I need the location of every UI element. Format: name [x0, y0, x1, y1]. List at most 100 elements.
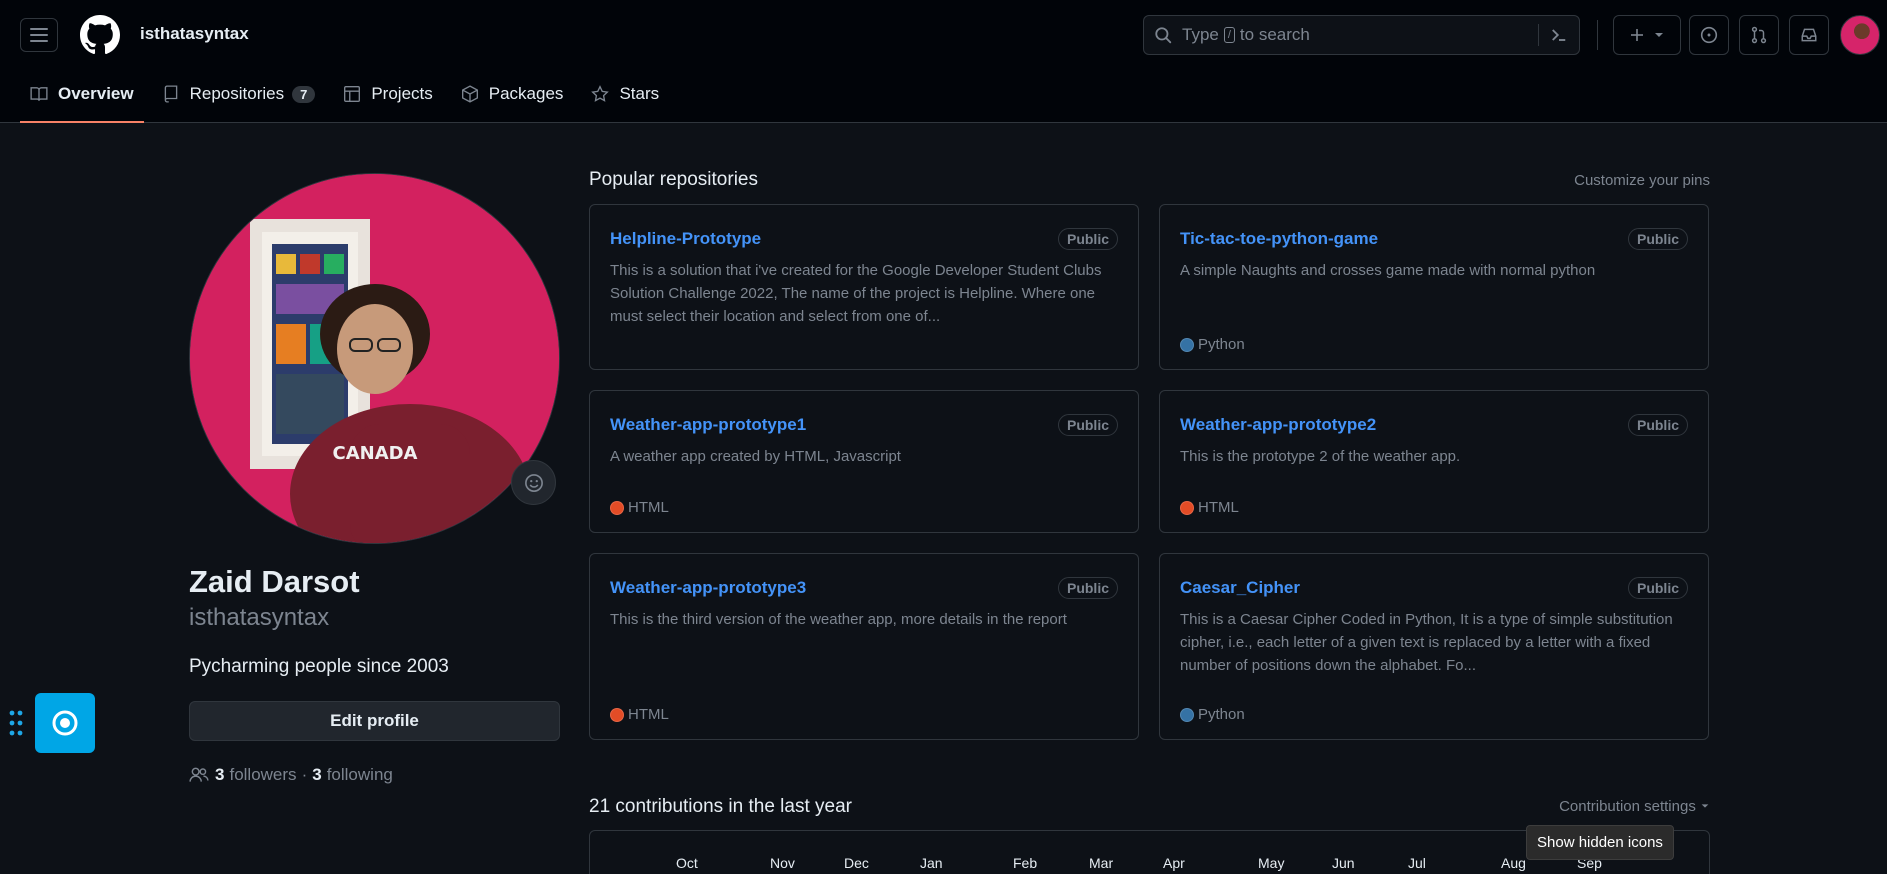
- repo-name-link[interactable]: Caesar_Cipher: [1180, 578, 1300, 597]
- set-status-button[interactable]: [511, 460, 556, 505]
- tab-repositories-label: Repositories: [189, 84, 285, 103]
- profile-bio: Pycharming people since 2003: [189, 656, 449, 677]
- tab-repositories[interactable]: Repositories 7: [152, 76, 326, 112]
- repo-language: HTML: [1180, 499, 1239, 516]
- tab-stars-label: Stars: [619, 84, 660, 103]
- following-link[interactable]: following: [327, 765, 393, 785]
- repo-name-link[interactable]: Helpline-Prototype: [610, 229, 761, 248]
- search-input[interactable]: Type / to search: [1143, 15, 1580, 55]
- month-label: May: [1258, 855, 1285, 871]
- repo-description: A simple Naughts and crosses game made w…: [1180, 262, 1596, 279]
- user-avatar-menu[interactable]: [1840, 15, 1880, 55]
- customize-pins-link[interactable]: Customize your pins: [1574, 172, 1710, 189]
- floating-record-button[interactable]: [35, 693, 95, 753]
- language-color-dot: [610, 707, 624, 722]
- profile-avatar[interactable]: CANADA: [189, 173, 560, 544]
- people-icon: [189, 767, 209, 782]
- github-logo-icon[interactable]: [80, 15, 120, 55]
- followers-link[interactable]: followers: [229, 765, 296, 785]
- repo-card: Weather-app-prototype3 Public This is th…: [589, 553, 1139, 740]
- create-new-button[interactable]: [1613, 15, 1681, 55]
- month-label: Oct: [676, 855, 698, 871]
- search-divider: [1538, 24, 1539, 46]
- chevron-down-icon: [1655, 33, 1663, 37]
- repo-language: Python: [1180, 706, 1245, 723]
- tab-overview-label: Overview: [58, 84, 134, 103]
- contribution-settings-label: Contribution settings: [1559, 798, 1696, 815]
- visibility-badge: Public: [1057, 414, 1118, 436]
- profile-login: isthatasyntax: [189, 604, 330, 631]
- repo-card: Weather-app-prototype2 Public This is th…: [1159, 390, 1709, 533]
- repo-name-link[interactable]: Tic-tac-toe-python-game: [1180, 229, 1378, 248]
- repo-card: Weather-app-prototype1 Public A weather …: [589, 390, 1139, 533]
- star-icon: [591, 85, 610, 102]
- inbox-icon: [1801, 28, 1817, 42]
- issue-opened-icon: [1700, 26, 1718, 44]
- month-label: Aug: [1501, 855, 1526, 871]
- repositories-count-badge: 7: [292, 85, 316, 103]
- header-username[interactable]: isthatasyntax: [140, 24, 249, 44]
- visibility-badge: Public: [1057, 577, 1118, 599]
- visibility-badge: Public: [1627, 577, 1688, 599]
- tab-stars[interactable]: Stars: [581, 76, 669, 112]
- drag-handle-icon[interactable]: [8, 709, 24, 737]
- pull-requests-button[interactable]: [1739, 15, 1779, 55]
- following-count[interactable]: 3: [312, 765, 321, 785]
- language-label: HTML: [628, 706, 669, 723]
- repo-language: HTML: [610, 706, 669, 723]
- visibility-badge: Public: [1627, 228, 1688, 250]
- repo-description: This is a Caesar Cipher Coded in Python,…: [1180, 611, 1673, 674]
- tab-projects-label: Projects: [371, 84, 433, 103]
- follow-stats: 3 followers · 3 following: [189, 765, 393, 785]
- language-color-dot: [1180, 707, 1194, 722]
- month-label: Jan: [920, 855, 943, 871]
- search-icon: [1155, 27, 1172, 44]
- package-icon: [461, 85, 478, 103]
- command-palette-icon[interactable]: [1549, 25, 1569, 45]
- language-label: HTML: [1198, 499, 1239, 516]
- repo-language: Python: [1180, 336, 1245, 353]
- table-icon: [344, 86, 361, 102]
- language-label: HTML: [628, 499, 669, 516]
- contribution-settings-dropdown[interactable]: Contribution settings: [1559, 798, 1710, 815]
- repo-name-link[interactable]: Weather-app-prototype2: [1180, 415, 1376, 434]
- month-label: Apr: [1163, 855, 1185, 871]
- profile-photo: CANADA: [190, 174, 559, 543]
- month-label: Dec: [844, 855, 869, 871]
- repo-name-link[interactable]: Weather-app-prototype1: [610, 415, 806, 434]
- repo-name-link[interactable]: Weather-app-prototype3: [610, 578, 806, 597]
- edit-profile-button[interactable]: Edit profile: [189, 701, 560, 741]
- hamburger-icon: [30, 28, 48, 42]
- inbox-button[interactable]: [1789, 15, 1829, 55]
- plus-icon: [1631, 29, 1643, 41]
- menu-button[interactable]: [20, 18, 58, 52]
- repo-card: Helpline-Prototype Public This is a solu…: [589, 204, 1139, 370]
- month-label: Jul: [1408, 855, 1426, 871]
- tab-projects[interactable]: Projects: [333, 76, 442, 112]
- follow-separator: ·: [301, 765, 308, 784]
- issues-button[interactable]: [1689, 15, 1729, 55]
- tab-overview[interactable]: Overview: [20, 76, 144, 123]
- repo-card: Tic-tac-toe-python-game Public A simple …: [1159, 204, 1709, 370]
- header-divider: [1597, 20, 1598, 50]
- repo-description: This is the third version of the weather…: [610, 611, 1067, 628]
- popular-repositories-title: Popular repositories: [589, 169, 758, 190]
- git-pull-request-icon: [1751, 26, 1767, 44]
- chevron-down-icon: [1701, 804, 1709, 808]
- show-hidden-icons-tooltip: Show hidden icons: [1526, 825, 1674, 860]
- contributions-title: 21 contributions in the last year: [589, 796, 852, 817]
- month-label: Nov: [770, 855, 795, 871]
- month-label: Jun: [1332, 855, 1355, 871]
- repo-icon: [164, 85, 177, 103]
- smiley-icon: [524, 473, 543, 492]
- search-shortcut-key: /: [1223, 27, 1235, 43]
- visibility-badge: Public: [1057, 228, 1118, 250]
- tab-packages[interactable]: Packages: [451, 76, 574, 112]
- profile-tabs: Overview Repositories 7 Projects Package…: [20, 76, 677, 123]
- repo-description: This is a solution that i've created for…: [610, 262, 1102, 325]
- top-header: isthatasyntax Type / to search Overview …: [0, 0, 1887, 123]
- followers-count[interactable]: 3: [215, 765, 224, 785]
- search-placeholder-suffix: to search: [1239, 25, 1310, 44]
- language-label: Python: [1198, 336, 1245, 353]
- repo-description: This is the prototype 2 of the weather a…: [1180, 448, 1461, 465]
